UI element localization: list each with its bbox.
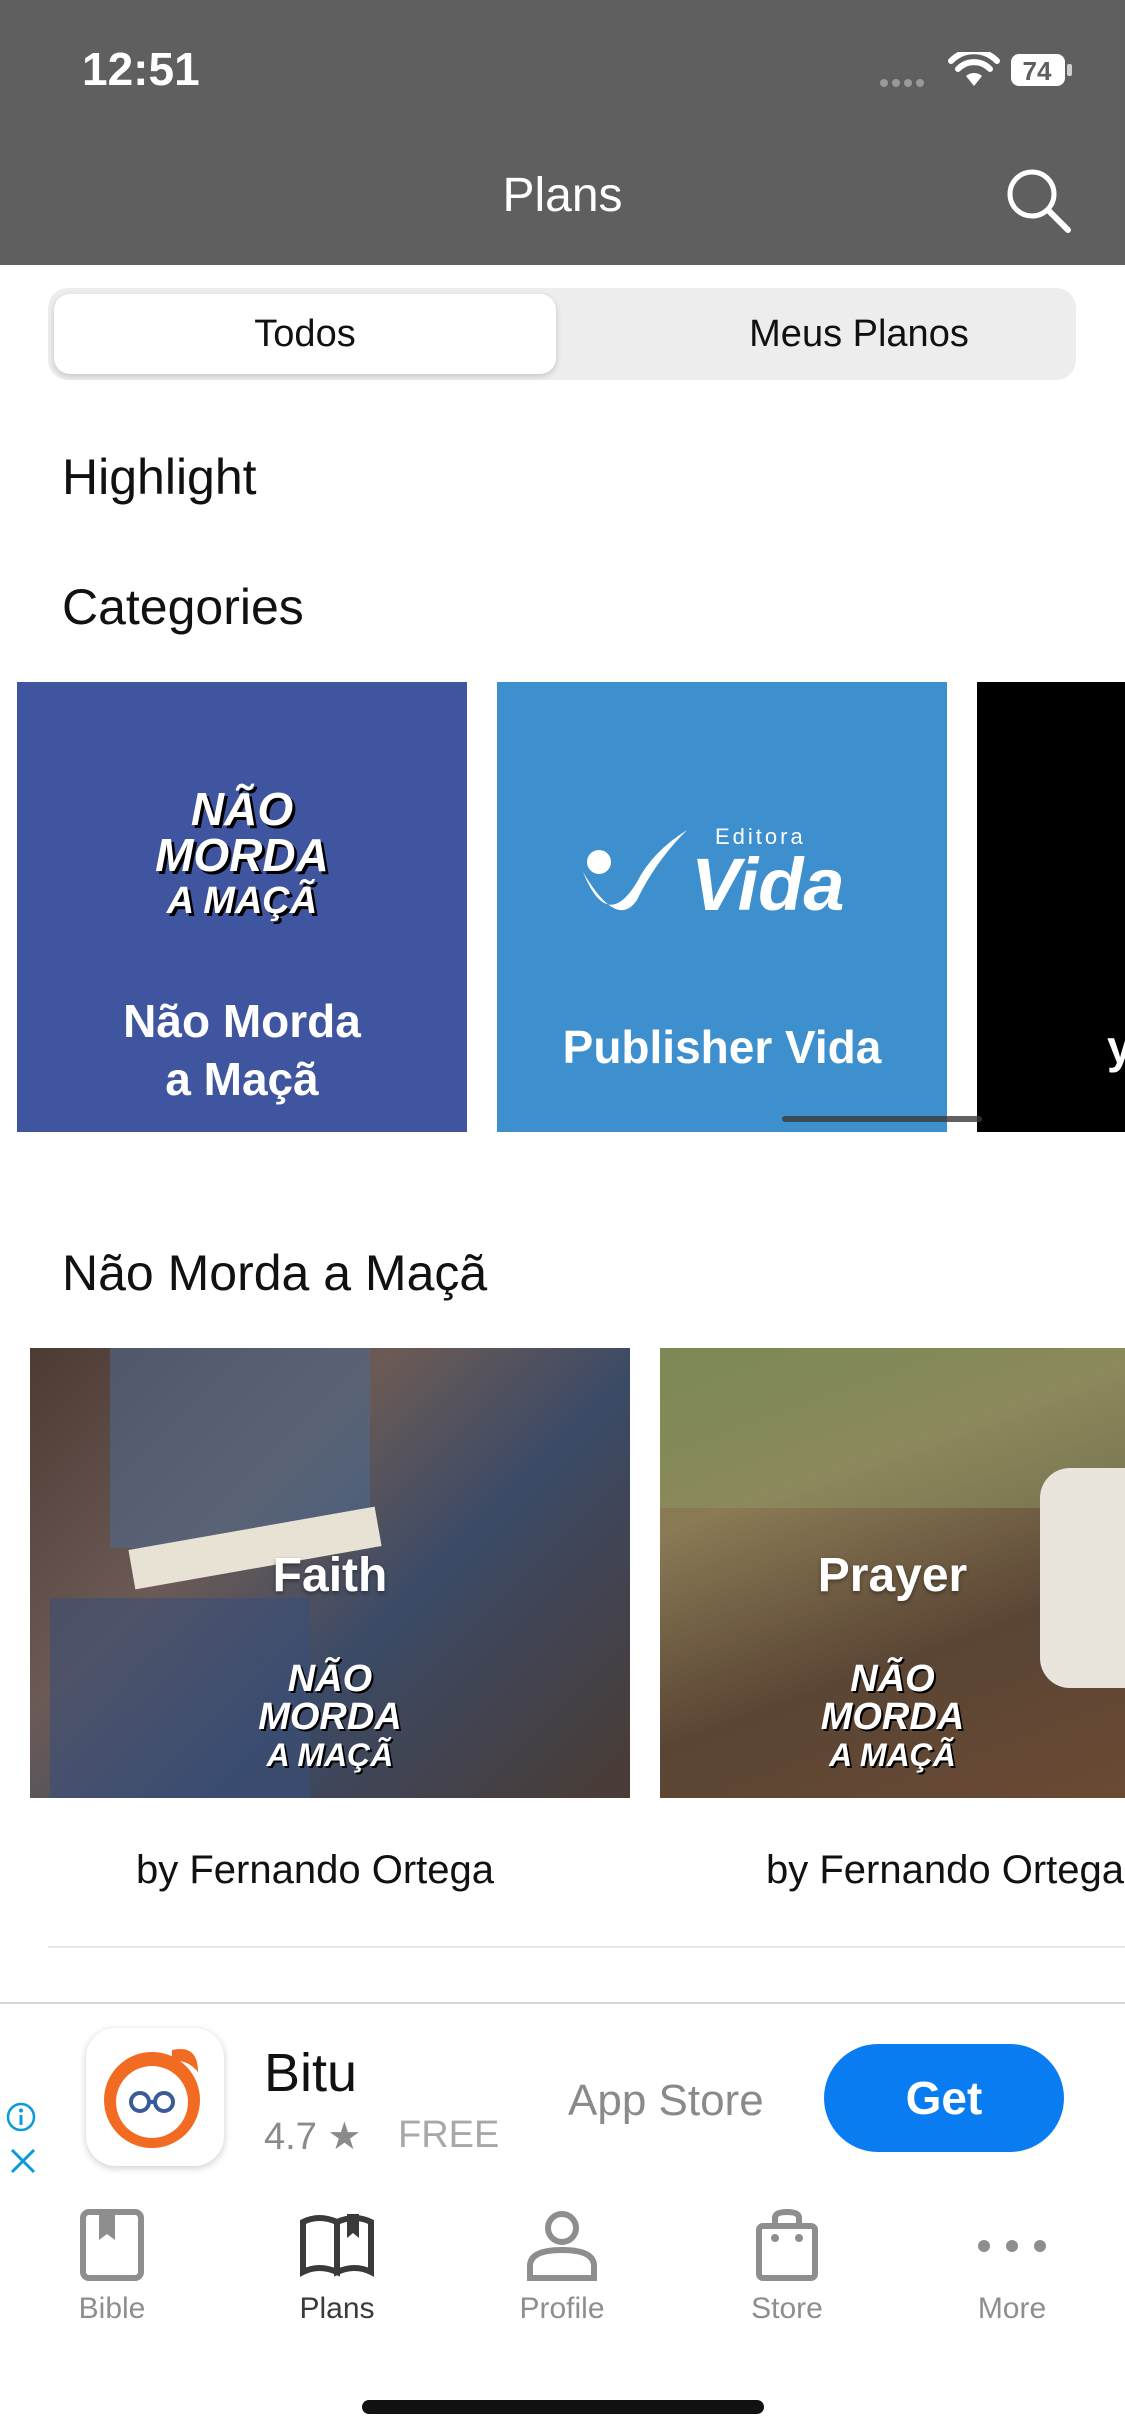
tab-label: Plans bbox=[299, 2292, 375, 2325]
plan-logo: NÃO MORDA A MAÇÃ bbox=[258, 1658, 402, 1773]
battery-icon: 74 bbox=[1010, 52, 1074, 88]
tab-profile[interactable]: Profile bbox=[462, 2208, 662, 2326]
cellular-signal-icon bbox=[880, 74, 936, 87]
ad-price: FREE bbox=[398, 2114, 500, 2156]
plans-icon bbox=[300, 2214, 374, 2277]
info-icon[interactable] bbox=[6, 2102, 36, 2132]
categories-carousel[interactable]: NÃO MORDA A MAÇÃ Não Morda a Maçã Editor… bbox=[17, 682, 1125, 1132]
ad-store-label: App Store bbox=[568, 2076, 764, 2125]
plans-segmented-control: Todos Meus Planos bbox=[48, 288, 1076, 380]
category-tile-publisher-vida[interactable]: Editora Vida Publisher Vida bbox=[497, 682, 947, 1132]
more-icon bbox=[978, 2240, 1046, 2252]
highlight-heading: Highlight bbox=[62, 449, 257, 505]
wifi-icon bbox=[948, 52, 1000, 86]
tab-bible[interactable]: Bible bbox=[12, 2208, 212, 2326]
home-indicator[interactable] bbox=[362, 2400, 764, 2414]
categories-heading: Categories bbox=[62, 579, 304, 635]
top-header: 12:51 74 Plans bbox=[0, 0, 1125, 265]
get-button[interactable]: Get bbox=[824, 2044, 1064, 2152]
nao-morda-heading: Não Morda a Maçã bbox=[62, 1245, 488, 1301]
status-time: 12:51 bbox=[82, 43, 200, 95]
category-tile-partial[interactable]: y bbox=[977, 682, 1125, 1132]
plan-title: Prayer bbox=[817, 1549, 968, 1602]
ad-app-name: Bitu bbox=[264, 2043, 358, 2103]
plan-card-faith[interactable]: Faith NÃO MORDA A MAÇÃ bbox=[30, 1348, 630, 1798]
tab-todos[interactable]: Todos bbox=[54, 294, 556, 374]
close-icon[interactable] bbox=[8, 2146, 38, 2176]
tab-store[interactable]: Store bbox=[687, 2208, 887, 2326]
tab-label: Profile bbox=[519, 2292, 605, 2325]
category-label: y bbox=[1107, 1021, 1125, 1073]
store-icon bbox=[756, 2208, 818, 2281]
tab-label: Store bbox=[751, 2292, 823, 2325]
tab-label: Bible bbox=[78, 2292, 146, 2325]
category-label: Não Morda a Maçã bbox=[123, 995, 361, 1105]
tab-label: More bbox=[977, 2292, 1047, 2325]
carousel-scroll-indicator bbox=[782, 1116, 982, 1122]
ad-app-icon[interactable] bbox=[86, 2028, 224, 2166]
nao-morda-logo: NÃO MORDA A MAÇÃ bbox=[155, 783, 329, 922]
plan-logo: NÃO MORDA A MAÇÃ bbox=[820, 1658, 965, 1773]
plan-title: Faith bbox=[272, 1549, 388, 1602]
plan-card-prayer[interactable]: Prayer NÃO MORDA A MAÇÃ bbox=[660, 1348, 1125, 1798]
bible-icon bbox=[80, 2209, 144, 2281]
battery-level: 74 bbox=[1023, 56, 1052, 86]
profile-icon bbox=[527, 2211, 597, 2281]
category-label: Publisher Vida bbox=[562, 1021, 882, 1073]
page-title: Plans bbox=[502, 169, 623, 222]
tab-more[interactable]: More bbox=[912, 2208, 1112, 2326]
plan-author: by Fernando Ortega bbox=[766, 1848, 1124, 1892]
category-tile-nao-morda[interactable]: NÃO MORDA A MAÇÃ Não Morda a Maçã bbox=[17, 682, 467, 1132]
ad-banner[interactable]: Bitu 4.7 ★ FREE App Store Get bbox=[0, 2002, 1125, 2200]
plan-author: by Fernando Ortega bbox=[136, 1848, 494, 1892]
search-icon[interactable] bbox=[1002, 164, 1074, 236]
tab-meus-planos[interactable]: Meus Planos bbox=[608, 294, 1110, 374]
vida-logo-big: Vida bbox=[691, 843, 845, 926]
divider bbox=[48, 1946, 1125, 1948]
ad-rating: 4.7 ★ bbox=[264, 2116, 362, 2158]
tab-plans[interactable]: Plans bbox=[237, 2208, 437, 2326]
